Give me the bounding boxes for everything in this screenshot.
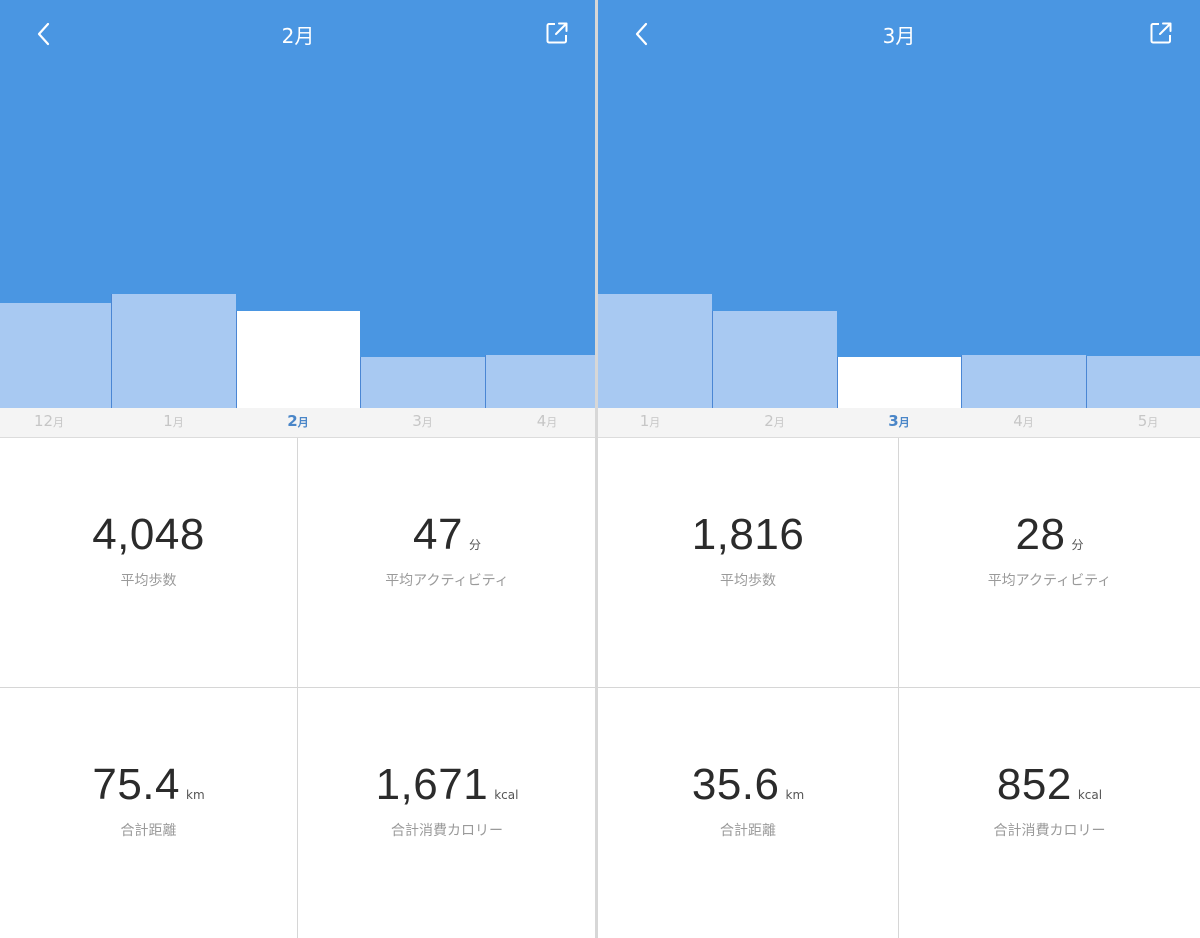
average-activity-label: 平均アクティビティ: [987, 573, 1112, 589]
month-number: 1: [163, 412, 173, 430]
month-tab-5[interactable]: 5月: [1088, 412, 1200, 430]
month-selector: 1月 2月 3月 4月 5月: [598, 408, 1200, 438]
month-number: 2: [287, 412, 298, 430]
month-unit: 月: [649, 416, 661, 429]
total-distance-unit: km: [186, 788, 205, 802]
month-unit: 月: [172, 416, 184, 429]
month-bar-2[interactable]: [235, 311, 361, 408]
average-steps-label: 平均歩数: [120, 573, 177, 589]
month-number: 5: [1137, 412, 1148, 430]
total-calories-value: 852: [996, 760, 1072, 809]
month-unit: 月: [421, 416, 433, 429]
stats-grid: 1,816 平均歩数 28 分 平均アクティビティ 35.6 km 合計距離 852…: [598, 438, 1200, 938]
total-calories-value: 1,671: [375, 760, 489, 809]
stats-grid: 4,048 平均歩数 47 分 平均アクティビティ 75.4 km 合計距離 1,6…: [0, 438, 596, 938]
month-tab-3[interactable]: 3月: [839, 412, 959, 430]
stat-total-calories: 852 kcal 合計消費カロリー: [899, 688, 1200, 938]
month-number: 4: [1013, 412, 1023, 430]
total-distance-value: 35.6: [691, 760, 780, 809]
stat-average-activity: 28 分 平均アクティビティ: [899, 438, 1200, 688]
month-number: 2: [764, 412, 774, 430]
monthly-steps-chart: 2月: [0, 0, 596, 408]
average-activity-value: 47: [413, 510, 463, 559]
total-calories-unit: kcal: [494, 788, 519, 802]
total-distance-label: 合計距離: [120, 823, 177, 839]
month-unit: 月: [297, 416, 309, 429]
month-bar-3[interactable]: [836, 357, 962, 408]
month-bar-1[interactable]: [598, 294, 713, 408]
month-bar-4[interactable]: [961, 355, 1086, 408]
average-steps-value: 4,048: [92, 510, 205, 559]
monthly-summary-panel-march: 3月 1月 2月 3月 4月 5月 1,816 平均歩数 28 分 平均アクティビティ 3…: [598, 0, 1200, 938]
month-number: 3: [888, 412, 899, 430]
month-unit: 月: [1022, 416, 1034, 429]
month-bar-2[interactable]: [712, 311, 837, 408]
header-bar: 3月: [598, 0, 1200, 68]
stat-average-activity: 47 分 平均アクティビティ: [298, 438, 596, 688]
month-unit: 月: [546, 416, 558, 429]
stat-average-steps: 4,048 平均歩数: [0, 438, 298, 688]
stat-total-distance: 75.4 km 合計距離: [0, 688, 298, 938]
total-calories-label: 合計消費カロリー: [391, 823, 503, 839]
month-tab-4[interactable]: 4月: [487, 412, 596, 430]
month-number: 3: [412, 412, 422, 430]
total-calories-label: 合計消費カロリー: [993, 823, 1106, 839]
month-bar-1[interactable]: [111, 294, 236, 408]
page-title: 3月: [882, 24, 916, 48]
total-calories-unit: kcal: [1077, 788, 1103, 802]
month-number: 12: [33, 412, 54, 430]
month-unit: 月: [898, 416, 910, 429]
share-export-icon[interactable]: [1148, 20, 1174, 46]
month-bar-5[interactable]: [1085, 356, 1200, 408]
monthly-steps-chart: 3月: [598, 0, 1200, 408]
month-selector: 12月 1月 2月 3月 4月: [0, 408, 596, 438]
total-distance-unit: km: [785, 788, 805, 802]
month-unit: 月: [1147, 416, 1159, 429]
average-activity-unit: 分: [1071, 538, 1084, 552]
month-number: 1: [639, 412, 650, 430]
month-bar-12[interactable]: [0, 303, 112, 408]
month-tab-1[interactable]: 1月: [114, 412, 234, 430]
month-tab-2[interactable]: 2月: [715, 412, 835, 430]
average-activity-value: 28: [1015, 510, 1066, 559]
header-bar: 2月: [0, 0, 596, 68]
stat-average-steps: 1,816 平均歩数: [598, 438, 899, 688]
month-unit: 月: [773, 416, 785, 429]
average-activity-label: 平均アクティビティ: [385, 573, 509, 589]
page-title: 2月: [281, 24, 315, 48]
stat-total-calories: 1,671 kcal 合計消費カロリー: [298, 688, 596, 938]
month-tab-12[interactable]: 12月: [0, 412, 109, 430]
month-bar-4[interactable]: [484, 355, 596, 408]
average-steps-label: 平均歩数: [720, 573, 776, 589]
monthly-summary-panel-february: 2月 12月 1月 2月 3月 4月 4,048 平均歩数 47 分 平均アクティビティ …: [0, 0, 596, 938]
total-distance-value: 75.4: [92, 760, 180, 809]
average-activity-unit: 分: [468, 538, 481, 552]
average-steps-value: 1,816: [691, 510, 805, 559]
stat-total-distance: 35.6 km 合計距離: [598, 688, 899, 938]
month-tab-3[interactable]: 3月: [363, 412, 483, 430]
month-number: 4: [536, 412, 547, 430]
total-distance-label: 合計距離: [720, 823, 776, 839]
month-tab-2[interactable]: 2月: [238, 412, 358, 430]
month-tab-1[interactable]: 1月: [598, 412, 710, 430]
month-tab-4[interactable]: 4月: [964, 412, 1084, 430]
share-export-icon[interactable]: [544, 20, 570, 46]
month-unit: 月: [53, 416, 65, 429]
month-bar-3[interactable]: [360, 357, 485, 408]
